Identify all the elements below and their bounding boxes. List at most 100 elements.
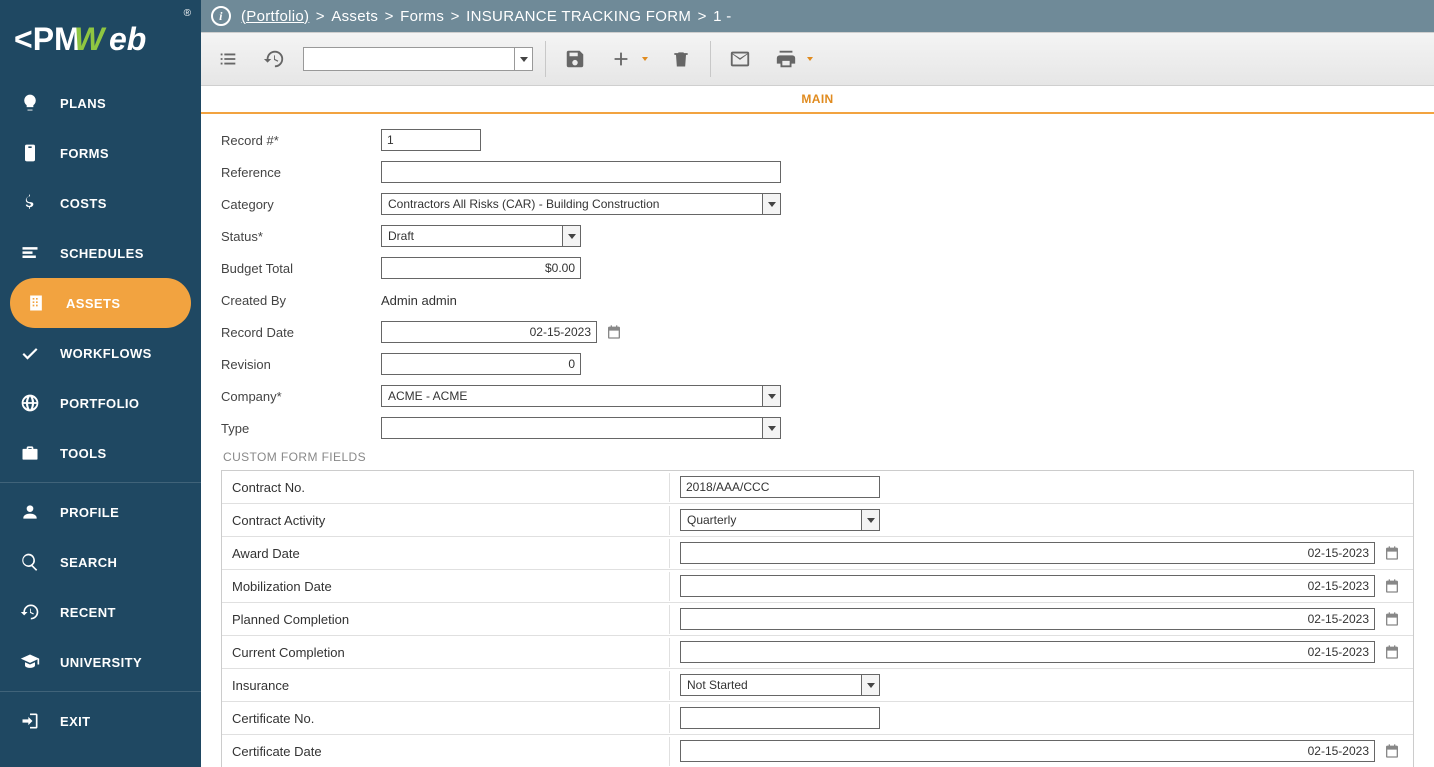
custom-field-input[interactable] xyxy=(681,510,861,530)
sidebar-item-label: TOOLS xyxy=(60,446,107,461)
record-no-input[interactable] xyxy=(381,129,481,151)
label-record-date: Record Date xyxy=(221,325,381,340)
sidebar-item-workflows[interactable]: WORKFLOWS xyxy=(0,328,201,378)
status-input[interactable] xyxy=(382,226,562,246)
calendar-icon[interactable] xyxy=(1381,542,1403,564)
breadcrumb-part[interactable]: Forms xyxy=(400,8,444,25)
sidebar-item-plans[interactable]: PLANS xyxy=(0,78,201,128)
sidebar-item-label: ASSETS xyxy=(66,296,120,311)
custom-field-input[interactable] xyxy=(681,675,861,695)
sidebar-item-search[interactable]: SEARCH xyxy=(0,537,201,587)
list-icon[interactable] xyxy=(211,42,245,76)
save-icon[interactable] xyxy=(558,42,592,76)
mail-icon[interactable] xyxy=(723,42,757,76)
custom-field-row: Insurance xyxy=(222,669,1413,702)
dollar-icon xyxy=(18,193,42,213)
grad-icon xyxy=(18,652,42,672)
delete-icon[interactable] xyxy=(664,42,698,76)
category-combo[interactable] xyxy=(381,193,781,215)
sidebar-item-label: PORTFOLIO xyxy=(60,396,139,411)
sidebar-item-profile[interactable]: PROFILE xyxy=(0,487,201,537)
sidebar-item-label: WORKFLOWS xyxy=(60,346,152,361)
history-icon xyxy=(18,602,42,622)
breadcrumb-root[interactable]: (Portfolio) xyxy=(241,8,309,25)
chevron-down-icon[interactable] xyxy=(562,226,580,246)
custom-field-row: Certificate No. xyxy=(222,702,1413,735)
sidebar-item-portfolio[interactable]: PORTFOLIO xyxy=(0,378,201,428)
history-icon[interactable] xyxy=(257,42,291,76)
breadcrumb-part[interactable]: INSURANCE TRACKING FORM xyxy=(466,8,691,25)
svg-text:<PM: <PM xyxy=(14,21,81,57)
record-date-input[interactable] xyxy=(381,321,597,343)
custom-field-combo[interactable] xyxy=(680,509,880,531)
custom-field-date-input[interactable] xyxy=(680,740,1375,762)
custom-field-label: Certificate No. xyxy=(222,704,670,733)
chevron-down-icon[interactable] xyxy=(861,510,879,530)
print-icon[interactable] xyxy=(769,42,803,76)
calendar-icon[interactable] xyxy=(1381,575,1403,597)
custom-field-value xyxy=(670,735,1413,767)
sidebar-item-label: RECENT xyxy=(60,605,116,620)
sidebar-item-forms[interactable]: FORMS xyxy=(0,128,201,178)
custom-field-date-input[interactable] xyxy=(680,641,1375,663)
custom-field-row: Contract No. xyxy=(222,471,1413,504)
chevron-down-icon[interactable] xyxy=(762,418,780,438)
custom-field-value xyxy=(670,636,1413,668)
type-combo[interactable] xyxy=(381,417,781,439)
custom-field-value xyxy=(670,669,1413,701)
category-input[interactable] xyxy=(382,194,762,214)
info-icon[interactable]: i xyxy=(211,6,231,26)
custom-field-date-input[interactable] xyxy=(680,542,1375,564)
revision-input[interactable] xyxy=(381,353,581,375)
sidebar-item-assets[interactable]: ASSETS xyxy=(10,278,191,328)
sidebar-item-schedules[interactable]: SCHEDULES xyxy=(0,228,201,278)
custom-field-label: Award Date xyxy=(222,539,670,568)
breadcrumb: i (Portfolio) > Assets > Forms > INSURAN… xyxy=(201,0,1434,32)
calendar-icon[interactable] xyxy=(1381,608,1403,630)
add-icon[interactable] xyxy=(604,42,638,76)
chevron-down-icon[interactable] xyxy=(762,194,780,214)
sidebar-item-label: SCHEDULES xyxy=(60,246,144,261)
custom-field-input[interactable] xyxy=(680,476,880,498)
label-category: Category xyxy=(221,197,381,212)
chevron-down-icon[interactable] xyxy=(762,386,780,406)
custom-field-combo[interactable] xyxy=(680,674,880,696)
print-dropdown-arrow[interactable] xyxy=(803,42,817,76)
toolbar-dropdown-input[interactable] xyxy=(304,48,514,70)
company-combo[interactable] xyxy=(381,385,781,407)
toolbar-dropdown[interactable] xyxy=(303,47,533,71)
label-created-by: Created By xyxy=(221,293,381,308)
budget-total-input[interactable] xyxy=(381,257,581,279)
add-dropdown-arrow[interactable] xyxy=(638,42,652,76)
svg-text:W: W xyxy=(74,21,107,57)
type-input[interactable] xyxy=(382,418,762,438)
calendar-icon[interactable] xyxy=(1381,641,1403,663)
tab-main[interactable]: MAIN xyxy=(789,86,845,112)
nav-secondary: PROFILESEARCH RECENT UNIVERSITY xyxy=(0,487,201,687)
reference-input[interactable] xyxy=(381,161,781,183)
breadcrumb-sep: > xyxy=(446,8,464,25)
custom-field-value xyxy=(670,471,1413,503)
breadcrumb-part[interactable]: Assets xyxy=(331,8,378,25)
custom-field-date-input[interactable] xyxy=(680,575,1375,597)
breadcrumb-part[interactable]: 1 - xyxy=(713,8,731,25)
chevron-down-icon[interactable] xyxy=(514,48,532,70)
logo[interactable]: <PM W eb ® xyxy=(0,0,201,78)
custom-field-input[interactable] xyxy=(680,707,880,729)
sidebar-item-exit[interactable]: EXIT xyxy=(0,696,201,746)
sidebar-item-label: PLANS xyxy=(60,96,106,111)
label-status: Status* xyxy=(221,229,381,244)
sidebar-item-costs[interactable]: COSTS xyxy=(0,178,201,228)
sidebar-item-recent[interactable]: RECENT xyxy=(0,587,201,637)
status-combo[interactable] xyxy=(381,225,581,247)
chevron-down-icon[interactable] xyxy=(861,675,879,695)
sidebar-item-university[interactable]: UNIVERSITY xyxy=(0,637,201,687)
calendar-icon[interactable] xyxy=(1381,740,1403,762)
custom-field-date-input[interactable] xyxy=(680,608,1375,630)
search-icon xyxy=(18,552,42,572)
sidebar-item-tools[interactable]: TOOLS xyxy=(0,428,201,478)
calendar-icon[interactable] xyxy=(603,321,625,343)
briefcase-icon xyxy=(18,443,42,463)
toolbar xyxy=(201,32,1434,86)
company-input[interactable] xyxy=(382,386,762,406)
